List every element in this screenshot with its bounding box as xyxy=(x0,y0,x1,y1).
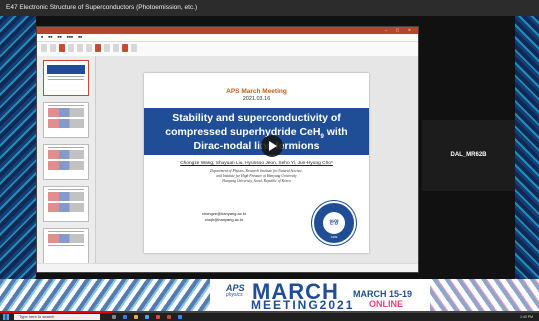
menu-item[interactable]: ■■ xyxy=(78,34,82,41)
windows-taskbar: Type here to search 1:40 PM xyxy=(0,313,539,321)
ribbon-button[interactable] xyxy=(86,44,92,52)
ppt-menu-bar: ■ ■■ ■■ ■■■ ■■ xyxy=(37,34,418,42)
thumbnail-figure xyxy=(48,234,84,243)
menu-item[interactable]: ■■ xyxy=(48,34,52,41)
banner-stripes-left xyxy=(0,279,210,311)
ribbon-button[interactable] xyxy=(113,44,119,52)
slide-email-1: chongze@hanyang.ac.kr xyxy=(201,211,247,216)
system-tray-clock[interactable]: 1:40 PM xyxy=(520,314,533,320)
slide-title-line-2-text: compressed superhydride CeH xyxy=(165,126,321,138)
meeting-year-wordmark: MEETING2021 xyxy=(251,298,355,312)
play-icon[interactable] xyxy=(261,135,283,157)
video-stage[interactable]: – ▢ ✕ ■ ■■ ■■ ■■■ ■■ APS March Meeting 2… xyxy=(36,16,515,279)
slide-title-line-2: compressed superhydride CeH9 with xyxy=(144,126,369,140)
slide-thumbnail[interactable] xyxy=(43,102,89,138)
chrome-icon[interactable] xyxy=(156,315,160,319)
banner-stripes-right xyxy=(430,279,539,311)
thumbnail-line xyxy=(48,79,84,80)
zoom-icon[interactable] xyxy=(178,315,182,319)
session-title-bar: E47 Electronic Structure of Superconduct… xyxy=(0,0,539,16)
powerpoint-icon[interactable] xyxy=(167,315,171,319)
thumbnail-figure xyxy=(48,119,84,128)
powerpoint-window: – ▢ ✕ ■ ■■ ■■ ■■■ ■■ APS March Meeting 2… xyxy=(36,26,419,273)
slide-meeting: APS March Meeting xyxy=(226,88,287,95)
slide-affiliation-2: and Institute for High Pressure at Hanya… xyxy=(216,174,297,178)
thumbnail-title-bar xyxy=(47,65,85,74)
ribbon-button[interactable] xyxy=(59,44,65,52)
ribbon-button[interactable] xyxy=(131,44,137,52)
slide-thumbnail[interactable] xyxy=(43,186,89,222)
ppt-status-bar xyxy=(37,263,418,272)
ribbon-button[interactable] xyxy=(104,44,110,52)
slide-thumbnail-pane xyxy=(37,56,96,264)
menu-item[interactable]: ■■■ xyxy=(67,34,73,41)
seal-year: 1939 xyxy=(330,235,338,239)
slide-email-2: chojh@hanyang.ac.kr xyxy=(204,217,244,222)
ribbon-button[interactable] xyxy=(50,44,56,52)
ppt-ribbon xyxy=(37,42,418,57)
window-controls[interactable]: – ▢ ✕ xyxy=(385,27,415,34)
thumbnail-figure xyxy=(48,161,84,170)
windows-start-icon[interactable] xyxy=(3,314,9,320)
mail-icon[interactable] xyxy=(145,315,149,319)
online-label: ONLINE xyxy=(369,299,404,309)
session-title: E47 Electronic Structure of Superconduct… xyxy=(6,4,198,11)
participant-tile[interactable]: DAL_MR62B xyxy=(422,120,515,191)
ppt-editor: APS March Meeting 2021.03.16 Stability a… xyxy=(37,56,418,264)
thumbnail-figure xyxy=(48,150,84,159)
thumbnail-line xyxy=(48,245,84,246)
thumbnail-figure xyxy=(48,108,84,117)
slide-affiliation-1: Department of Physics, Research Institut… xyxy=(210,169,303,173)
menu-item[interactable]: ■ xyxy=(41,34,43,41)
thumbnail-line xyxy=(48,76,84,77)
background-stripes-right xyxy=(513,0,539,321)
thumbnail-figure xyxy=(48,192,84,201)
thumbnail-figure xyxy=(48,203,84,212)
ribbon-button[interactable] xyxy=(41,44,47,52)
slide-date: 2021.03.16 xyxy=(242,96,271,102)
slide-title-line-1: Stability and superconductivity of xyxy=(172,112,341,124)
participant-name: DAL_MR62B xyxy=(450,152,487,158)
menu-item[interactable]: ■■ xyxy=(57,34,61,41)
task-view-icon[interactable] xyxy=(112,315,116,319)
slide-thumbnail[interactable] xyxy=(43,228,89,264)
ribbon-button[interactable] xyxy=(77,44,83,52)
file-explorer-icon[interactable] xyxy=(134,315,138,319)
thumbnail-line xyxy=(48,231,84,232)
ribbon-button[interactable] xyxy=(95,44,101,52)
slide-title-band: Stability and superconductivity of compr… xyxy=(144,108,369,155)
edge-icon[interactable] xyxy=(123,315,127,319)
slide-authors: Chongze Wang, Shuyuan Liu, Hyunsoo Jeon,… xyxy=(180,161,333,166)
slide-title-line-3: Dirac-nodal line fermions xyxy=(193,140,320,152)
aps-physics-label: physics xyxy=(226,292,243,298)
slide-title-suffix: with xyxy=(323,126,348,138)
background-stripes-left xyxy=(0,0,36,321)
slide-thumbnail[interactable] xyxy=(43,60,89,96)
taskbar-apps xyxy=(112,315,182,319)
ribbon-button[interactable] xyxy=(122,44,128,52)
seal-text: 한양 xyxy=(323,212,345,234)
thumbnail-line xyxy=(48,147,84,148)
current-slide[interactable]: APS March Meeting 2021.03.16 Stability a… xyxy=(144,73,369,253)
taskbar-search-input[interactable]: Type here to search xyxy=(14,314,100,320)
slide-affiliation-3: Hanyang University, Seoul, Republic of K… xyxy=(222,179,291,183)
ppt-title-bar: – ▢ ✕ xyxy=(37,27,418,34)
university-seal: 한양 1939 xyxy=(312,201,356,245)
slide-thumbnail[interactable] xyxy=(43,144,89,180)
thumbnail-line xyxy=(48,189,84,190)
meeting-dates: MARCH 15-19 xyxy=(353,289,413,299)
ribbon-button[interactable] xyxy=(68,44,74,52)
thumbnail-line xyxy=(48,105,84,106)
